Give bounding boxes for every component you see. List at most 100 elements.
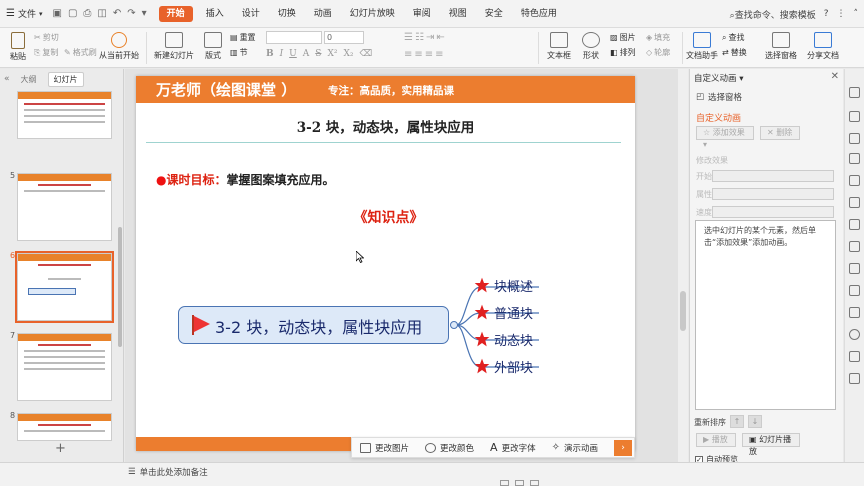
layers-icon[interactable]	[849, 351, 860, 362]
close-icon[interactable]: ✕	[831, 71, 839, 82]
sorter-view-icon[interactable]	[515, 480, 524, 486]
tab-insert[interactable]: 插入	[197, 0, 233, 28]
indent-icon[interactable]: ⇥	[426, 32, 434, 43]
superscript-icon[interactable]: X²	[327, 49, 337, 59]
list-icon[interactable]	[849, 307, 860, 318]
scrollbar-thumb[interactable]	[680, 291, 686, 331]
slide-thumbnail-selected[interactable]: 6	[0, 251, 118, 323]
animation-pane-icon[interactable]	[849, 87, 860, 98]
align-center-icon[interactable]: ≡	[414, 49, 422, 60]
font-color-icon[interactable]: A	[303, 49, 310, 59]
find-button[interactable]: ⌕ 查找	[722, 32, 744, 43]
slide-thumbnail[interactable]: 7	[0, 331, 118, 403]
customize-icon[interactable]: ▾	[142, 8, 147, 19]
copy-icon[interactable]	[849, 133, 860, 144]
preview-icon[interactable]: ◫	[97, 8, 106, 19]
format-painter-button[interactable]: ✎ 格式刷	[64, 47, 97, 58]
tab-review[interactable]: 审阅	[404, 0, 440, 28]
tab-slides[interactable]: 幻灯片	[47, 71, 84, 87]
pointer-icon[interactable]	[849, 111, 860, 122]
central-topic[interactable]: 3-2 块，动态块，属性块应用	[178, 306, 449, 344]
reading-view-icon[interactable]	[530, 480, 539, 486]
doc-assistant-button[interactable]: 文档助手	[686, 32, 718, 61]
bold-icon[interactable]: B	[266, 49, 274, 59]
align-left-icon[interactable]: ≡	[404, 49, 412, 60]
add-slide-icon[interactable]: +	[55, 441, 66, 456]
demo-animation-button[interactable]: ✧ 演示动画	[544, 442, 606, 454]
align-right-icon[interactable]: ≡	[425, 49, 433, 60]
textbox-button[interactable]: 文本框	[544, 32, 574, 61]
justify-icon[interactable]: ≡	[435, 49, 443, 60]
help-icon[interactable]: ?	[824, 9, 829, 19]
selection-pane-button[interactable]: 选择窗格	[764, 32, 798, 61]
collapse-pane-icon[interactable]: «	[4, 74, 10, 84]
play-button[interactable]: ▶ 播放	[696, 433, 736, 447]
more-icon[interactable]: ⋮	[837, 9, 846, 19]
new-slide-button[interactable]: 新建幻灯片	[152, 32, 196, 61]
change-color-button[interactable]: 更改颜色	[417, 442, 482, 454]
branch-topic[interactable]: 动态块	[494, 330, 533, 349]
branch-topic[interactable]: 块概述	[494, 276, 533, 295]
cube-icon[interactable]	[849, 285, 860, 296]
shape-button[interactable]: 形状	[578, 32, 604, 61]
normal-view-icon[interactable]	[500, 480, 509, 486]
paste-button[interactable]: 粘贴	[6, 32, 30, 62]
notes-area[interactable]: ☰ 单击此处添加备注	[128, 466, 208, 478]
slide-thumbnail[interactable]	[0, 91, 118, 163]
tab-security[interactable]: 安全	[476, 0, 512, 28]
replace-button[interactable]: ⇄ 替换	[722, 47, 747, 58]
chevron-right-icon[interactable]: ›	[614, 439, 632, 456]
help-icon[interactable]	[849, 329, 860, 340]
outdent-icon[interactable]: ⇤	[436, 32, 444, 43]
branch-topic[interactable]: 外部块	[494, 357, 533, 376]
open-icon[interactable]: ▢	[68, 8, 77, 19]
tab-transitions[interactable]: 切换	[269, 0, 305, 28]
section-button[interactable]: ▥ 节	[230, 47, 248, 58]
more-icon[interactable]	[849, 373, 860, 384]
share-doc-button[interactable]: 分享文档	[806, 32, 840, 61]
delete-button[interactable]: ✕ 删除	[760, 126, 800, 140]
bullet-list-icon[interactable]: ☰	[404, 32, 413, 43]
fill-button[interactable]: ◈ 填充	[646, 32, 670, 43]
move-down-icon[interactable]: ↓	[748, 415, 762, 428]
image-icon[interactable]	[849, 175, 860, 186]
numbered-list-icon[interactable]: ☷	[415, 32, 424, 43]
start-select[interactable]	[712, 170, 834, 182]
tab-animation[interactable]: 动画	[305, 0, 341, 28]
tab-features[interactable]: 特色应用	[512, 0, 566, 28]
grid-icon[interactable]	[849, 241, 860, 252]
font-size-select[interactable]: 0	[324, 31, 364, 44]
add-effect-button[interactable]: ☆ 添加效果 ▾	[696, 126, 754, 149]
thumbnail-scrollbar[interactable]	[118, 227, 122, 347]
tab-design[interactable]: 设计	[233, 0, 269, 28]
canvas-scrollbar[interactable]	[678, 69, 688, 462]
arrange-button[interactable]: ◧ 排列	[610, 47, 636, 58]
photo-icon[interactable]	[849, 263, 860, 274]
selection-pane-link[interactable]: ◰ 选择窗格	[696, 91, 742, 103]
gallery-icon[interactable]	[849, 219, 860, 230]
italic-icon[interactable]: I	[280, 49, 284, 59]
print-icon[interactable]: ⎙	[83, 8, 91, 19]
branch-topic[interactable]: 普通块	[494, 303, 533, 322]
change-picture-button[interactable]: 更改图片	[352, 442, 417, 454]
tab-slideshow[interactable]: 幻灯片放映	[341, 0, 404, 28]
layout-button[interactable]: 版式	[202, 32, 224, 61]
slide-thumbnail[interactable]: 5	[0, 171, 118, 243]
change-font-button[interactable]: A 更改字体	[482, 441, 544, 454]
font-family-select[interactable]	[266, 31, 322, 44]
undo-icon[interactable]: ↶	[113, 8, 121, 19]
tab-outline[interactable]: 大纲	[16, 73, 42, 86]
shapes-icon[interactable]	[849, 197, 860, 208]
save-icon[interactable]: ▣	[53, 8, 62, 19]
speed-select[interactable]	[712, 206, 834, 218]
copy-button[interactable]: ⎘ 复制	[34, 47, 58, 58]
redo-icon[interactable]: ↷	[127, 8, 135, 19]
animation-list[interactable]: 选中幻灯片的某个元素，然后单击“添加效果”添加动画。	[695, 220, 836, 410]
move-up-icon[interactable]: ↑	[730, 415, 744, 428]
slideshow-button[interactable]: ▣ 幻灯片播放	[742, 433, 800, 456]
picture-button[interactable]: ▨ 图片	[610, 32, 636, 43]
strikethrough-icon[interactable]: S	[315, 49, 321, 59]
property-select[interactable]	[712, 188, 834, 200]
tab-view[interactable]: 视图	[440, 0, 476, 28]
cut-button[interactable]: ✂ 剪切	[34, 32, 59, 43]
